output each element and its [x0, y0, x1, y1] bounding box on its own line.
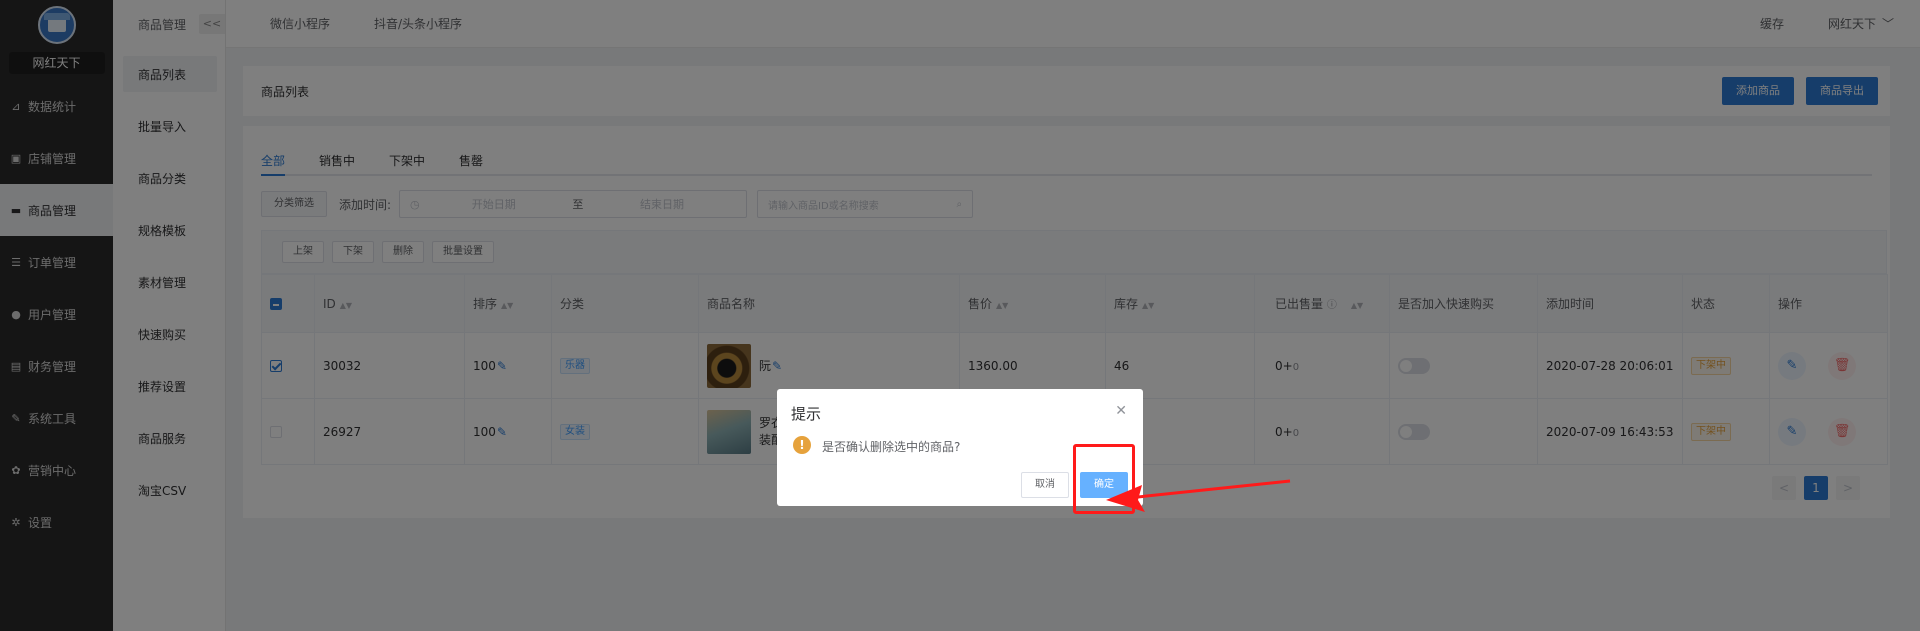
dialog-message: 是否确认删除选中的商品?: [822, 440, 961, 454]
warning-icon: !: [793, 436, 811, 454]
annotation-highlight-box: [1073, 444, 1135, 514]
close-icon[interactable]: ✕: [1115, 403, 1127, 419]
cancel-button[interactable]: 取消: [1021, 472, 1069, 498]
modal-overlay[interactable]: [0, 0, 1920, 631]
dialog-title: 提示: [791, 405, 822, 423]
